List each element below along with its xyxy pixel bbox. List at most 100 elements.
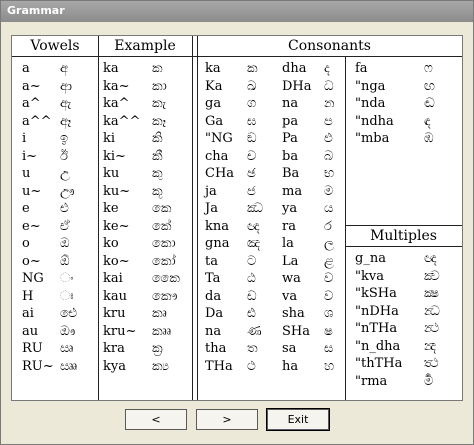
table-cell: kya <box>103 358 126 374</box>
table-cell: ල <box>324 236 334 251</box>
window-controls-icon[interactable] <box>453 4 469 18</box>
multiples-header: Multiples <box>370 228 437 244</box>
table-cell: ඡ <box>247 166 256 181</box>
table-cell: කෑ <box>152 113 167 129</box>
table-cell: ව <box>324 271 334 286</box>
table-cell: va <box>282 288 298 304</box>
table-cell: o~ <box>22 253 41 269</box>
table-cell: "n_dha <box>355 338 401 354</box>
table-cell: ණ <box>247 323 262 339</box>
table-cell: කි <box>152 131 163 146</box>
table-cell: ඹ <box>424 131 434 146</box>
table-cell: කෞ <box>152 288 178 304</box>
table-cell: කා <box>152 78 167 94</box>
table-cell: fa <box>355 61 368 76</box>
table-cell: u <box>22 166 31 181</box>
table-cell: ෂ <box>324 323 333 339</box>
table-cell: "mba <box>355 131 390 146</box>
table-cell: බ <box>324 148 334 164</box>
table-cell: "nTHa <box>355 321 398 336</box>
table-cell: a~ <box>22 78 41 94</box>
table-cell: ma <box>282 183 303 199</box>
table-cell: ka^^ <box>103 113 141 129</box>
table-cell: ධ <box>324 78 334 94</box>
table-cell: න <box>324 96 335 111</box>
table-cell: ඊ <box>60 148 68 164</box>
table-cell: NG <box>22 271 44 286</box>
table-cell: ක <box>247 61 258 76</box>
table-cell: Ta <box>205 271 221 286</box>
table-cell: ච <box>247 148 257 164</box>
table-cell: ව <box>324 288 334 304</box>
table-cell: "nga <box>355 78 386 94</box>
table-cell: "thTHa <box>355 356 403 371</box>
table-cell: ඤ <box>247 236 261 251</box>
previous-button[interactable]: < <box>125 409 187 430</box>
table-cell: kai <box>103 271 123 286</box>
table-cell: ං <box>60 271 74 286</box>
table-cell: Ka <box>205 78 223 94</box>
consonants-col3-roman: fa "nga "nda "ndha "mba <box>355 60 394 148</box>
exit-button[interactable]: Exit <box>266 408 330 431</box>
table-cell: ai <box>22 306 34 321</box>
table-cell: Ga <box>205 113 224 129</box>
consonants-header: Consonants <box>288 38 371 54</box>
table-cell: sa <box>282 341 297 356</box>
table-cell: ke~ <box>103 218 130 234</box>
table-cell: kau <box>103 288 128 304</box>
table-cell: wa <box>282 271 301 286</box>
table-cell: au <box>22 323 39 339</box>
table-cell: ඥ <box>424 251 437 266</box>
table-cell: ඪ <box>247 306 256 321</box>
table-cell: ha <box>282 358 299 374</box>
table-cell: කී <box>152 148 163 164</box>
table-cell: RU <box>22 341 43 356</box>
table-cell: ku~ <box>103 183 131 199</box>
table-cell: gna <box>205 236 230 251</box>
table-cell: e <box>22 201 30 216</box>
table-cell: Ja <box>205 201 218 216</box>
table-cell: න්‍ද <box>424 338 437 354</box>
table-cell: Pa <box>282 131 298 146</box>
table-cell: na <box>282 96 299 111</box>
table-cell: ඌ <box>60 183 75 199</box>
table-cell: ර්‍ම <box>424 373 434 389</box>
table-cell: ට <box>247 253 257 269</box>
table-cell: ත <box>247 341 258 356</box>
table-cell: la <box>282 236 294 251</box>
table-cell: na <box>205 323 222 339</box>
table-cell: ඎ <box>60 358 78 374</box>
table-cell: dha <box>282 61 307 76</box>
table-cell: ත්‍ථ <box>424 356 439 371</box>
table-cell: ki <box>103 131 116 146</box>
table-cell: ඕ <box>60 253 70 269</box>
table-cell: Ba <box>282 166 300 181</box>
next-button[interactable]: > <box>196 409 258 430</box>
table-cell: ra <box>282 218 296 234</box>
table-cell: ඳ <box>424 113 431 129</box>
table-cell: ඖ <box>60 323 76 339</box>
table-cell: ඣ <box>247 201 264 216</box>
table-cell: u~ <box>22 183 42 199</box>
table-cell: ka <box>103 61 119 76</box>
table-cell: ක්‍ර <box>152 341 163 356</box>
vowels-roman-column: a a~ a^ a^^ i i~ u u~ e e~ o o~ NG Hai au RU RU~ <box>22 60 54 375</box>
table-cell: ඒ <box>60 218 70 234</box>
table-cell: da <box>205 288 222 304</box>
table-cell: DHa <box>282 78 312 94</box>
table-cell: ඟ <box>424 78 435 94</box>
table-cell: ga <box>205 96 222 111</box>
table-cell: ක්‍ය <box>152 358 170 374</box>
table-cell: ya <box>282 201 298 216</box>
table-cell: ki~ <box>103 148 126 164</box>
table-cell: ka^ <box>103 96 130 111</box>
table-cell: ඥ <box>247 218 260 234</box>
table-cell: ග <box>247 96 257 111</box>
table-cell: කේ <box>152 218 172 234</box>
table-cell: pa <box>282 113 299 129</box>
table-cell: a^ <box>22 96 41 111</box>
table-cell: a^^ <box>22 113 52 129</box>
multiples-sinhala-column: ඥ ක්‍ව ක්‍ෂ න්‍ධ න්‍ථ න්‍ද ත්‍ථ ර්‍ම <box>424 250 440 390</box>
multiples-roman-column: g_na "kva "kSHa "nDHa "nTHa "n_dha "thTHa "rma <box>355 250 402 390</box>
table-cell: එ <box>60 201 69 216</box>
